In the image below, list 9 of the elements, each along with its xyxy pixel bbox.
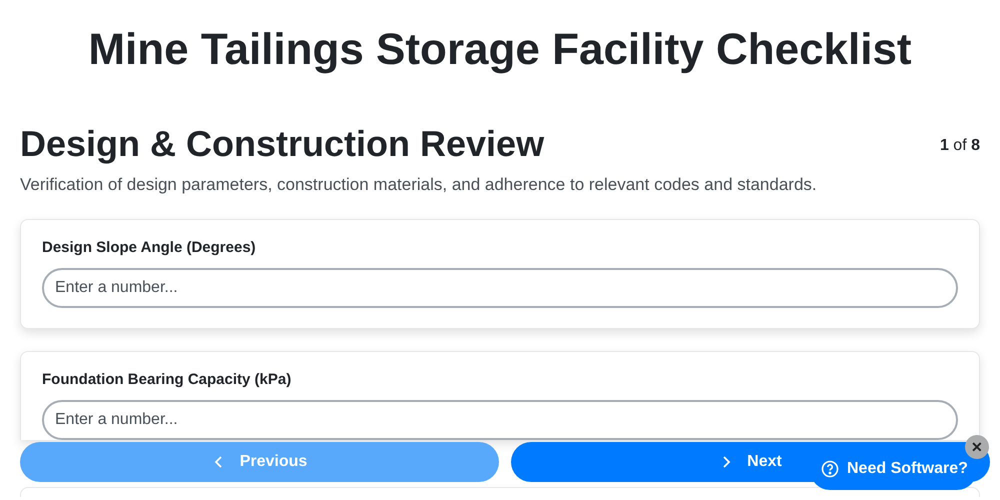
number-input[interactable]: Enter a number...	[42, 400, 958, 440]
field-label: Foundation Bearing Capacity (kPa)	[42, 370, 292, 390]
question-icon	[821, 460, 839, 478]
field-label: Design Slope Angle (Degrees)	[42, 238, 257, 258]
number-input[interactable]: Enter a number...	[42, 268, 958, 308]
section-description: Verification of design parameters, construction materials, and adherence to relevant codes and standards.	[20, 174, 818, 196]
progress-text: 1 of 8	[940, 136, 980, 156]
page-title: Mine Tailings Storage Facility Checklist	[87, 24, 913, 76]
section-title: Design & Construction Review	[20, 122, 544, 166]
